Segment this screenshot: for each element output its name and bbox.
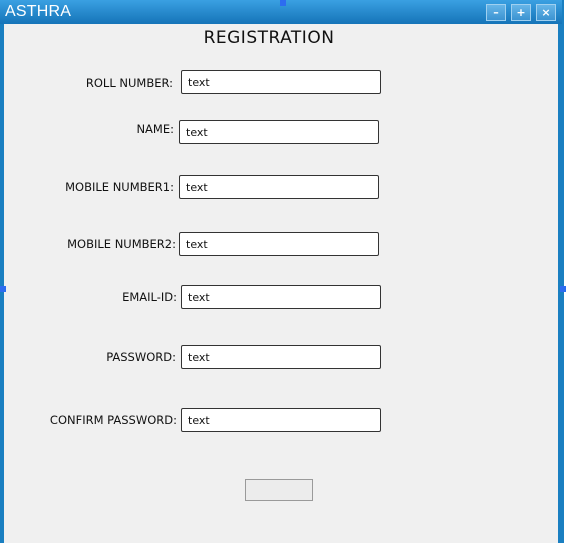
minimize-icon: – (493, 6, 499, 19)
top-resize-handle[interactable] (280, 0, 286, 6)
email-id-input[interactable] (181, 285, 381, 309)
password-input[interactable] (181, 345, 381, 369)
form-heading: REGISTRATION (203, 28, 335, 48)
name-label: NAME: (136, 122, 174, 136)
registration-form: REGISTRATION ROLL NUMBER: NAME: MOBILE N… (4, 24, 558, 543)
name-input[interactable] (179, 120, 379, 144)
password-label: PASSWORD: (106, 350, 176, 364)
left-resize-handle[interactable] (0, 286, 6, 292)
maximize-button[interactable]: + (511, 4, 531, 21)
maximize-icon: + (516, 6, 526, 19)
roll-number-input[interactable] (181, 70, 381, 94)
app-window: ASTHRA – + × REGISTRATION ROLL NUMBER: N… (0, 0, 564, 543)
mobile-number1-input[interactable] (179, 175, 379, 199)
mobile-number1-label: MOBILE NUMBER1: (65, 180, 174, 194)
email-id-label: EMAIL-ID: (122, 290, 177, 304)
confirm-password-label: CONFIRM PASSWORD: (49, 413, 177, 427)
submit-button[interactable] (245, 479, 313, 501)
roll-number-label: ROLL NUMBER: (85, 76, 173, 90)
confirm-password-input[interactable] (181, 408, 381, 432)
right-resize-handle[interactable] (560, 286, 566, 292)
close-icon: × (541, 6, 551, 19)
close-button[interactable]: × (536, 4, 556, 21)
mobile-number2-label: MOBILE NUMBER2: (67, 237, 176, 251)
window-title: ASTHRA (5, 3, 72, 20)
minimize-button[interactable]: – (486, 4, 506, 21)
mobile-number2-input[interactable] (179, 232, 379, 256)
